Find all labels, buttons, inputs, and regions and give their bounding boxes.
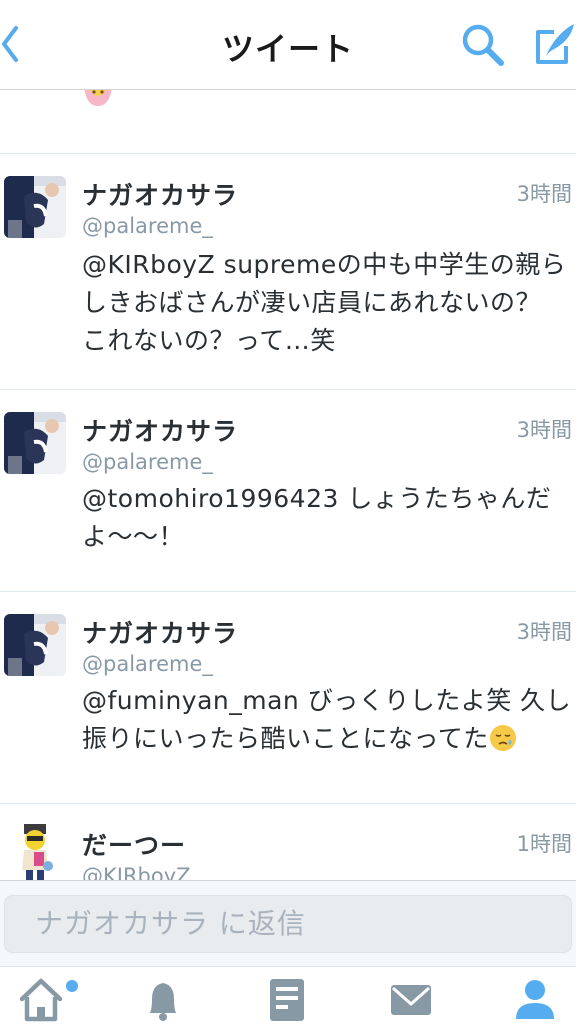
discover-icon [270,979,304,1021]
tweet-text: @KIRboyZ supremeの中も中学生の親ら しきおばさんが凄い店員にあれ… [82,246,572,360]
tab-messages[interactable] [386,975,436,1023]
tweet-time: 1時間 [516,832,572,856]
home-icon [19,978,63,1022]
notification-badge [66,980,78,992]
tab-profile[interactable] [510,975,560,1023]
author-name[interactable]: だーつー [82,826,186,862]
tweet-item[interactable]: ナガオカサラ 3時間 @palareme_ @tomohiro1996423 し… [0,390,576,592]
author-handle[interactable]: @KIRboyZ [82,864,191,880]
author-name[interactable]: ナガオカサラ [82,176,238,212]
avatar[interactable] [4,412,66,474]
tab-discover[interactable] [262,975,312,1023]
previous-tweet-stub[interactable] [0,90,576,154]
sleepy-face-emoji-icon [489,725,516,751]
tweet-time: 3時間 [516,620,572,644]
cartoon-avatar-icon [22,824,53,880]
emoji-icon [84,90,112,106]
tweet-item[interactable]: だーつー 1時間 @KIRboyZ [0,804,576,880]
search-icon [462,24,504,66]
author-name[interactable]: ナガオカサラ [82,412,238,448]
avatar[interactable] [4,614,66,676]
tweet-text-line: よ〜〜！ [82,522,185,551]
author-handle[interactable]: @palareme_ [82,652,213,676]
author-name[interactable]: ナガオカサラ [82,614,238,650]
tweet-item[interactable]: ナガオカサラ 3時間 @palareme_ @fuminyan_man びっくり… [0,592,576,804]
tweet-text: @fuminyan_man びっくりしたよ笑 久し 振りにいったら酷いことになっ… [82,682,572,758]
tab-home[interactable] [16,975,66,1023]
tweet-text-line: @KIRboyZ supremeの中も中学生の親ら [82,250,567,279]
tweet-text-line: 振りにいったら酷いことになってた [82,724,489,753]
tweet-detail-screen: ツイート ナガオカサラ 3時間 @palareme_ @KIRboyZ supr… [0,0,576,1024]
author-handle[interactable]: @palareme_ [82,450,213,474]
profile-icon [516,980,554,1019]
mail-icon [391,985,431,1015]
user-photo-icon [4,412,66,474]
compose-tweet-icon [536,24,574,64]
nav-header: ツイート [0,0,576,90]
reply-input[interactable]: ナガオカサラ に返信 [4,895,572,953]
tab-bar [0,966,576,1024]
tweet-time: 3時間 [516,418,572,442]
compose-button[interactable] [530,20,576,68]
avatar[interactable] [4,822,66,880]
tweet-text-line-with-emoji: 振りにいったら酷いことになってた [82,720,572,758]
tweet-timeline[interactable]: ナガオカサラ 3時間 @palareme_ @KIRboyZ supremeの中… [0,90,576,880]
tab-notifications[interactable] [138,975,188,1023]
search-button[interactable] [460,22,506,68]
author-handle[interactable]: @palareme_ [82,214,213,238]
tweet-text-line: これないの？って…笑 [82,326,336,355]
tweet-text-line: しきおばさんが凄い店員にあれないの？ [82,288,542,317]
tweet-item[interactable]: ナガオカサラ 3時間 @palareme_ @KIRboyZ supremeの中… [0,154,576,390]
tweet-text-line: @fuminyan_man びっくりしたよ笑 久し [82,686,572,715]
reply-bar: ナガオカサラ に返信 [0,880,576,966]
tweet-text: @tomohiro1996423 しょうたちゃんだ よ〜〜！ [82,480,572,556]
bell-icon [150,983,176,1021]
user-photo-icon [4,614,66,676]
tweet-text-line: @tomohiro1996423 しょうたちゃんだ [82,484,552,513]
user-photo-icon [4,176,66,238]
tweet-time: 3時間 [516,182,572,206]
avatar[interactable] [4,176,66,238]
